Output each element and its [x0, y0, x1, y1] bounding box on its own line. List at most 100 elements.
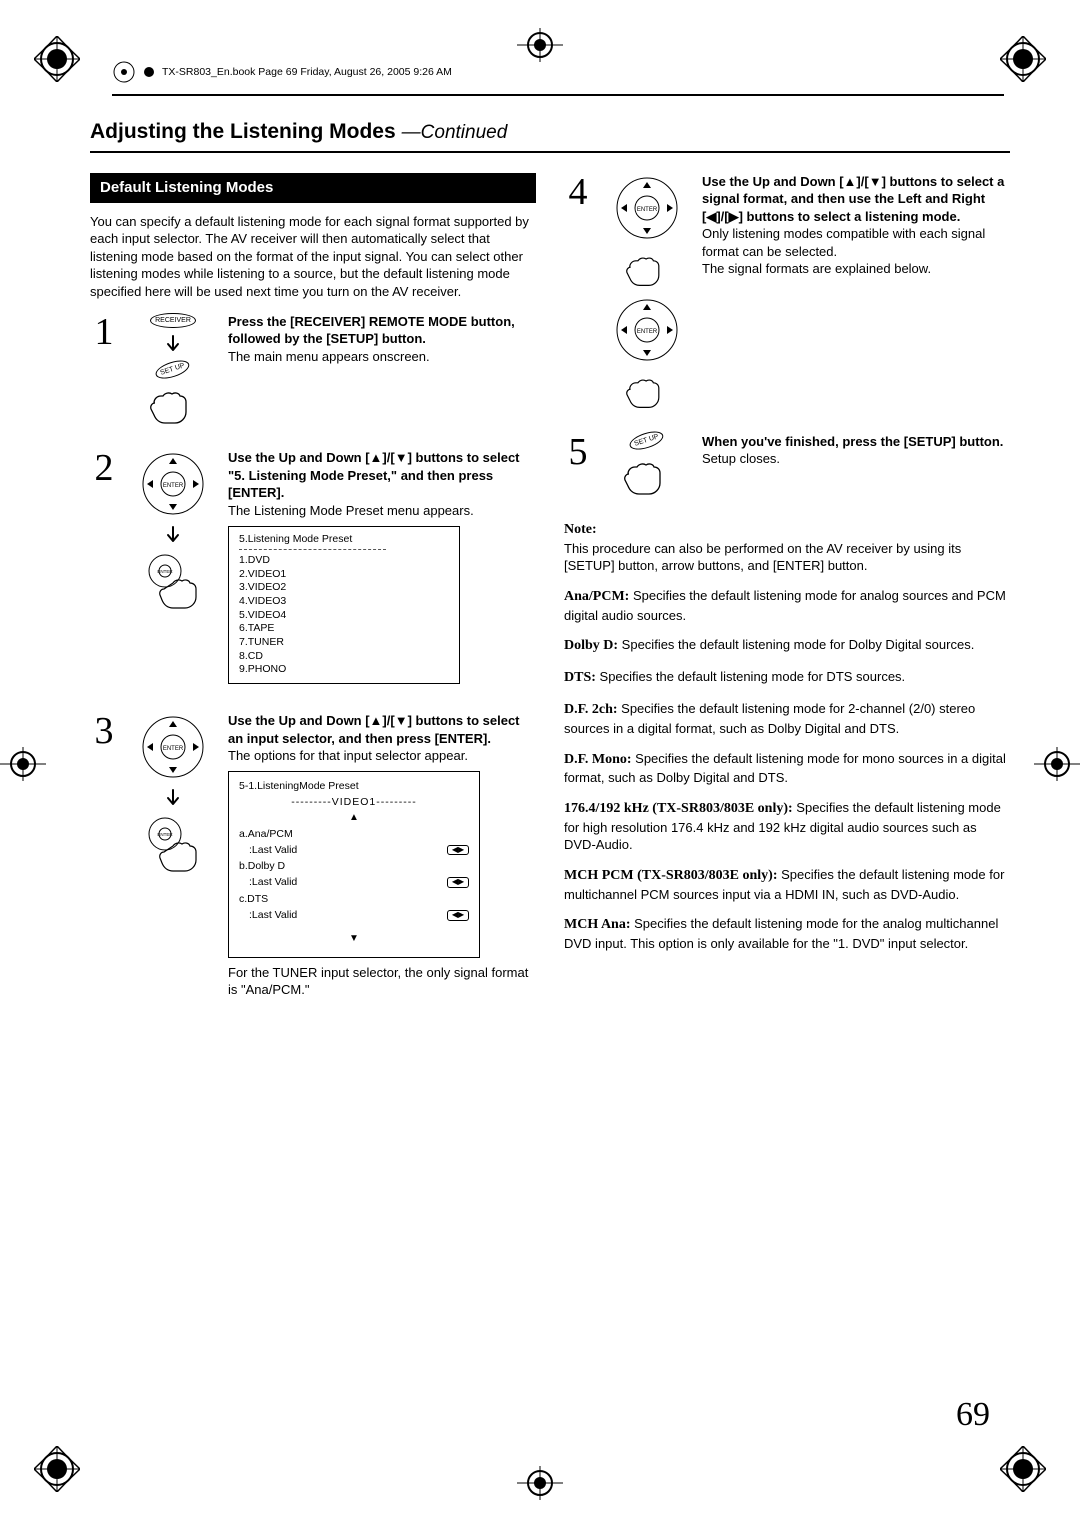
def-val: Speciﬁes the default listening mode for … — [596, 669, 905, 684]
intro-text: You can specify a default listening mode… — [90, 213, 536, 301]
def-key: D.F. Mono: — [564, 752, 632, 767]
right-column: 4 ENTER ENTER — [564, 173, 1010, 1021]
preset-item: 2.VIDEO1 — [239, 568, 449, 582]
dpad-icon: ENTER — [612, 295, 682, 365]
hand-press-icon — [622, 454, 672, 498]
step-number: 4 — [564, 173, 592, 411]
reg-mark-bl — [34, 1446, 80, 1492]
def-ana: Ana/PCM: Speciﬁes the default listening … — [564, 587, 1010, 624]
hand-press-dpad-icon: ENTER — [143, 553, 203, 611]
row-b-key: b.Dolby D — [239, 858, 469, 874]
reg-mark-br — [1000, 1446, 1046, 1492]
listening-mode-preset-menu: 5.Listening Mode Preset 1.DVD 2.VIDEO1 3… — [228, 526, 460, 684]
dpad-icon: ENTER — [138, 449, 208, 519]
step-5: 5 SET UP When you've finished, press the… — [564, 433, 1010, 498]
page-root: TX-SR803_En.book Page 69 Friday, August … — [0, 0, 1080, 1528]
hand-press-icon — [148, 383, 198, 427]
def-key: DTS: — [564, 670, 596, 685]
page-number: 69 — [956, 1392, 990, 1438]
preset-item: 7.TUNER — [239, 636, 449, 650]
def-val: Speciﬁes the default listening mode for … — [564, 588, 1006, 623]
left-right-arrow-icon: ◀▶ — [447, 845, 469, 856]
reg-mark-top — [517, 22, 563, 68]
preset-item: 5.VIDEO4 — [239, 609, 449, 623]
row-a-key: a.Ana/PCM — [239, 826, 469, 842]
down-arrow-icon — [162, 525, 184, 547]
left-right-arrow-icon: ◀▶ — [447, 910, 469, 921]
enter-label: ENTER — [163, 483, 184, 489]
step-4: 4 ENTER ENTER — [564, 173, 1010, 411]
def-key: Ana/PCM: — [564, 589, 629, 604]
setup-button-icon: SET UP — [628, 427, 666, 453]
bullet-icon — [144, 67, 154, 77]
hand-press-icon — [622, 249, 672, 289]
preset-item: 4.VIDEO3 — [239, 595, 449, 609]
row-a-val: :Last Valid — [239, 842, 297, 858]
step-2: 2 ENTER ENTER — [90, 449, 536, 690]
def-key: 176.4/192 kHz (TX-SR803/803E only): — [564, 801, 793, 816]
menu-subtitle: ---------VIDEO1--------- — [239, 794, 469, 810]
step-4-body: Only listening modes compatible with eac… — [702, 226, 985, 276]
def-val: Speciﬁes the default listening mode for … — [618, 637, 974, 652]
svg-text:ENTER: ENTER — [163, 746, 184, 752]
preset-item: 8.CD — [239, 650, 449, 664]
step-number: 5 — [564, 433, 592, 498]
title-bar: Adjusting the Listening Modes —Continued — [90, 118, 1010, 152]
step-4-head: Use the Up and Down [▲]/[▼] buttons to s… — [702, 174, 1004, 224]
def-key: D.F. 2ch: — [564, 702, 618, 717]
dpad-icon: ENTER — [138, 712, 208, 782]
reg-mark-bottom — [517, 1460, 563, 1506]
def-mchpcm: MCH PCM (TX-SR803/803E only): Speciﬁes t… — [564, 866, 1010, 903]
step-1-head: Press the [RECEIVER] REMOTE MODE button,… — [228, 314, 515, 347]
step-number: 2 — [90, 449, 118, 690]
listening-mode-preset-detail-menu: 5-1.ListeningMode Preset ---------VIDEO1… — [228, 771, 480, 958]
reg-mark-tr — [1000, 36, 1046, 82]
down-arrow-icon — [162, 334, 184, 356]
step-2-body: The Listening Mode Preset menu appears. — [228, 503, 474, 518]
down-arrow-icon: ▼ — [239, 931, 469, 947]
note-block: Note: This procedure can also be perform… — [564, 520, 1010, 575]
step-3: 3 ENTER ENTER — [90, 712, 536, 999]
def-dolby: Dolby D: Speciﬁes the default listening … — [564, 636, 1010, 656]
content: Default Listening Modes You can specify … — [90, 173, 1010, 1021]
step-1-body: The main menu appears onscreen. — [228, 349, 430, 364]
preset-item: 6.TAPE — [239, 622, 449, 636]
step-1: 1 RECEIVER SET UP Press the [RECEIVER] R… — [90, 313, 536, 428]
svg-text:ENTER: ENTER — [637, 207, 658, 213]
row-c-key: c.DTS — [239, 891, 469, 907]
preset-list: 1.DVD 2.VIDEO1 3.VIDEO2 4.VIDEO3 5.VIDEO… — [239, 554, 449, 677]
reg-mark-right — [1034, 741, 1080, 787]
step-2-icon: ENTER ENTER — [128, 449, 218, 690]
hand-press-dpad-icon: ENTER — [143, 816, 203, 874]
preset-item: 1.DVD — [239, 554, 449, 568]
def-176khz: 176.4/192 kHz (TX-SR803/803E only): Spec… — [564, 799, 1010, 854]
def-val: Speciﬁes the default listening mode for … — [564, 701, 975, 736]
def-key: MCH PCM (TX-SR803/803E only): — [564, 868, 778, 883]
book-header-text: TX-SR803_En.book Page 69 Friday, August … — [162, 65, 452, 79]
reg-mark-left — [0, 741, 46, 787]
step-number: 1 — [90, 313, 118, 428]
step-1-icon: RECEIVER SET UP — [128, 313, 218, 428]
step-5-icon: SET UP — [602, 433, 692, 498]
row-c-val: :Last Valid — [239, 907, 297, 923]
step-3-body: The options for that input selector appe… — [228, 748, 468, 763]
step-3-body2: For the TUNER input selector, the only s… — [228, 964, 536, 999]
step-5-body: Setup closes. — [702, 451, 780, 466]
def-dfmono: D.F. Mono: Speciﬁes the default listenin… — [564, 750, 1010, 787]
left-right-arrow-icon: ◀▶ — [447, 877, 469, 888]
row-b-val: :Last Valid — [239, 874, 297, 890]
step-3-head: Use the Up and Down [▲]/[▼] buttons to s… — [228, 713, 520, 746]
page-title-continued: —Continued — [402, 120, 508, 146]
menu-title: 5.Listening Mode Preset — [239, 533, 449, 547]
page-title: Adjusting the Listening Modes — [90, 118, 396, 146]
step-2-head: Use the Up and Down [▲]/[▼] buttons to s… — [228, 450, 520, 500]
reg-mark-tl — [34, 36, 80, 82]
svg-text:ENTER: ENTER — [157, 569, 173, 574]
preset-item: 3.VIDEO2 — [239, 581, 449, 595]
note-head: Note: — [564, 522, 597, 537]
def-mchana: MCH Ana: Speciﬁes the default listening … — [564, 915, 1010, 952]
down-arrow-icon — [162, 788, 184, 810]
def-key: MCH Ana: — [564, 917, 631, 932]
dpad-icon: ENTER — [612, 173, 682, 243]
def-df2ch: D.F. 2ch: Speciﬁes the default listening… — [564, 700, 1010, 737]
